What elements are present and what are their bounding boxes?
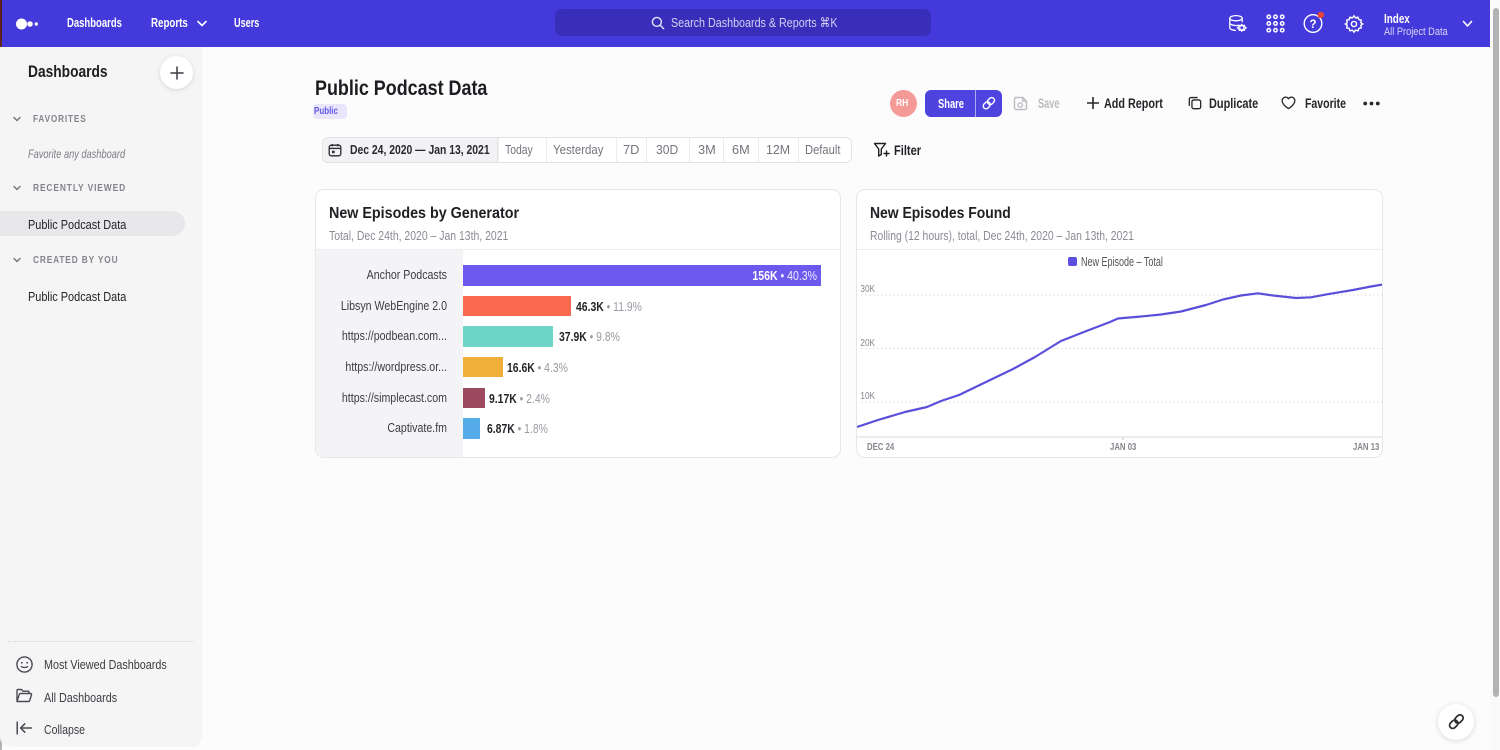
svg-text:?: ? [1309,19,1316,31]
